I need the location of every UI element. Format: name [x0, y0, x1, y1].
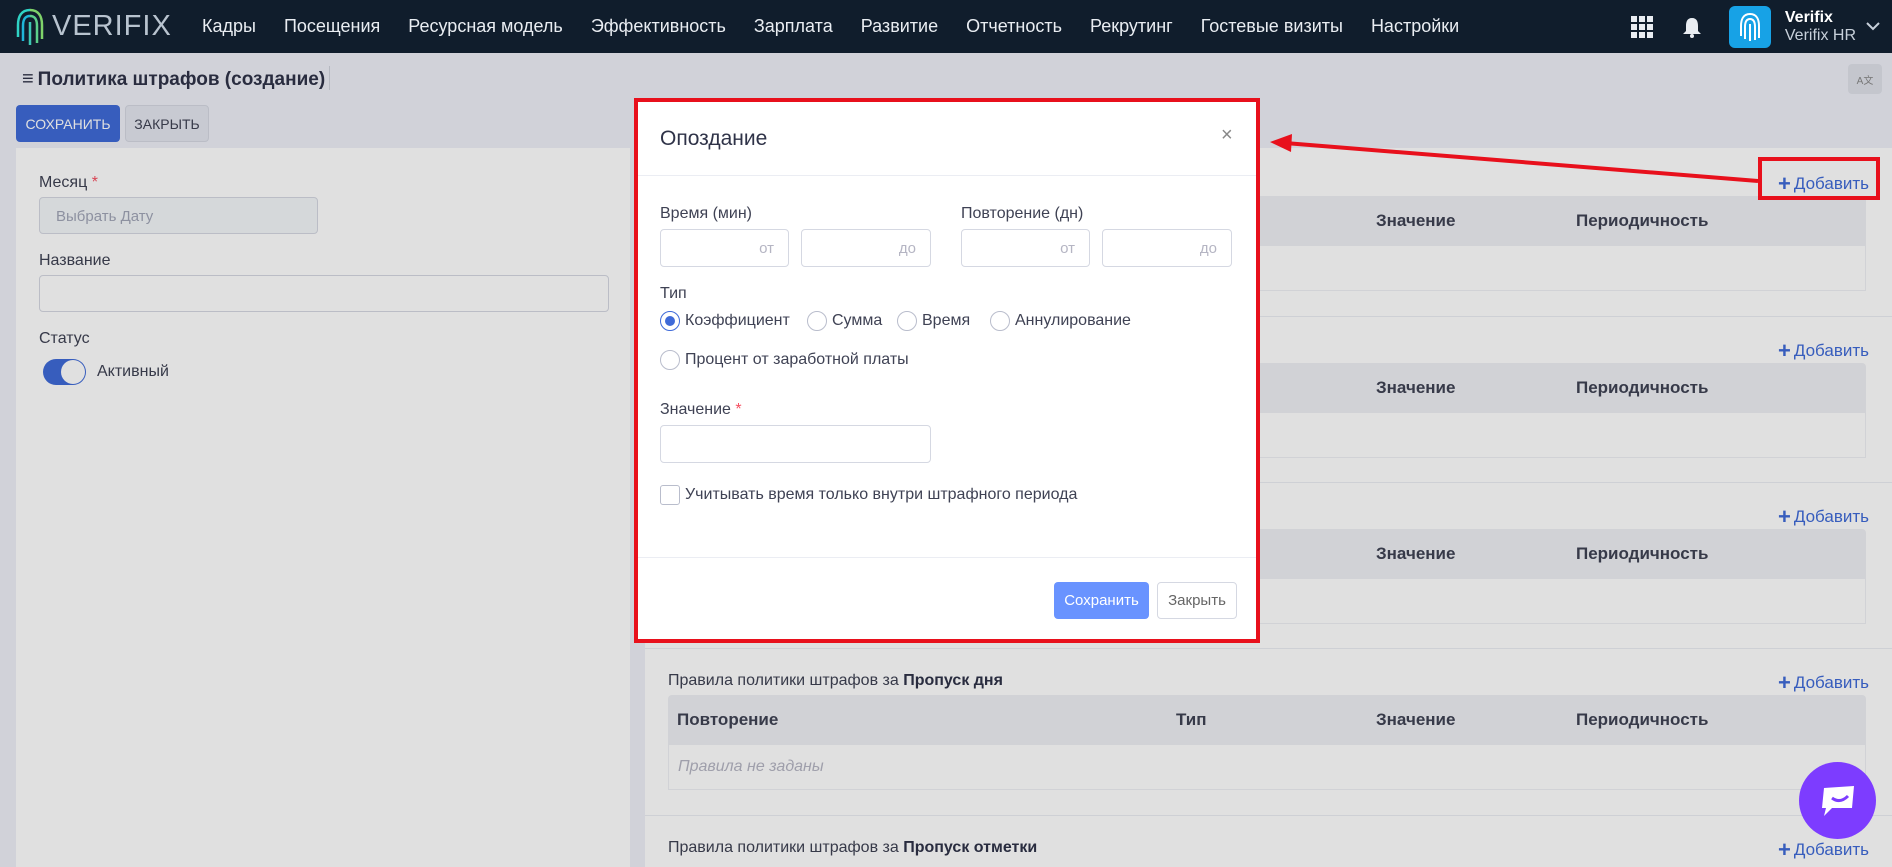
user-org: Verifix HR: [1784, 26, 1856, 44]
radio-dot: [990, 311, 1010, 331]
radio-dot: [660, 350, 680, 370]
type-radio-salary-percent[interactable]: Процент от заработной платы: [660, 350, 909, 370]
nav-item-salary[interactable]: Зарплата: [740, 16, 847, 37]
modal-title: Опоздание: [660, 127, 768, 150]
nav-item-kadry[interactable]: Кадры: [188, 16, 270, 37]
type-label: Тип: [660, 285, 687, 302]
radio-label: Коэффициент: [685, 312, 790, 329]
type-radio-coefficient[interactable]: Коэффициент: [660, 311, 790, 331]
brand-logo[interactable]: VERIFIX: [14, 7, 184, 47]
repeat-from-input[interactable]: от: [961, 229, 1090, 267]
to-hint: до: [1199, 240, 1217, 257]
add-button-highlight: [1758, 157, 1880, 200]
notification-bell-icon[interactable]: [1679, 14, 1705, 40]
modal-save-button[interactable]: Сохранить: [1054, 582, 1149, 619]
modal-close-icon[interactable]: ×: [1221, 124, 1233, 147]
time-from-input[interactable]: от: [660, 229, 789, 267]
type-radio-sum[interactable]: Сумма: [807, 311, 882, 331]
nav-item-development[interactable]: Развитие: [847, 16, 952, 37]
user-name: Verifix: [1784, 8, 1833, 26]
nav-item-recruiting[interactable]: Рекрутинг: [1076, 16, 1187, 37]
radio-label: Процент от заработной платы: [685, 351, 909, 368]
modal-cancel-button[interactable]: Закрыть: [1157, 582, 1237, 619]
type-radio-annulment[interactable]: Аннулирование: [990, 311, 1131, 331]
checkbox-box: [660, 485, 680, 505]
chat-support-button[interactable]: [1799, 762, 1876, 839]
lateness-rule-modal: Опоздание × Время (мин) от до Повторение…: [634, 98, 1260, 643]
nav-item-resource-model[interactable]: Ресурсная модель: [394, 16, 577, 37]
radio-dot: [660, 311, 680, 331]
top-navbar: VERIFIX Кадры Посещения Ресурсная модель…: [0, 0, 1892, 53]
modal-header-divider: [638, 175, 1256, 176]
radio-label: Время: [922, 312, 971, 329]
required-mark: *: [735, 401, 742, 418]
type-radio-time[interactable]: Время: [897, 311, 970, 331]
value-label-text: Значение: [660, 401, 731, 418]
from-hint: от: [1060, 240, 1075, 257]
radio-label: Сумма: [832, 312, 883, 329]
nav-item-reports[interactable]: Отчетность: [952, 16, 1076, 37]
main-nav: Кадры Посещения Ресурсная модель Эффекти…: [188, 16, 1473, 37]
time-to-input[interactable]: до: [801, 229, 931, 267]
from-hint: от: [759, 240, 774, 257]
repeat-label: Повторение (дн): [961, 205, 1084, 222]
checkbox-label: Учитывать время только внутри штрафного …: [685, 486, 1078, 503]
chevron-down-icon[interactable]: [1866, 18, 1880, 36]
brand-name: VERIFIX: [52, 10, 172, 42]
to-hint: до: [898, 240, 916, 257]
penalty-period-checkbox[interactable]: Учитывать время только внутри штрафного …: [660, 485, 1077, 505]
nav-item-settings[interactable]: Настройки: [1357, 16, 1473, 37]
value-label: Значение *: [660, 401, 742, 419]
radio-label: Аннулирование: [1015, 312, 1131, 329]
nav-item-guest-visits[interactable]: Гостевые визиты: [1187, 16, 1357, 37]
nav-item-efficiency[interactable]: Эффективность: [577, 16, 740, 37]
time-label: Время (мин): [660, 205, 753, 222]
user-info[interactable]: Verifix Verifix HR: [1785, 9, 1856, 45]
chat-bubble-icon: [1821, 785, 1854, 816]
radio-dot: [897, 311, 917, 331]
top-right-area: Verifix Verifix HR: [1629, 0, 1892, 53]
modal-footer-divider: [638, 557, 1256, 558]
nav-item-attendance[interactable]: Посещения: [270, 16, 394, 37]
fingerprint-logo-icon: [16, 8, 44, 45]
radio-dot: [807, 311, 827, 331]
user-avatar[interactable]: [1728, 5, 1771, 48]
apps-grid-icon[interactable]: [1629, 14, 1655, 40]
value-input[interactable]: [660, 425, 931, 463]
repeat-to-input[interactable]: до: [1102, 229, 1232, 267]
